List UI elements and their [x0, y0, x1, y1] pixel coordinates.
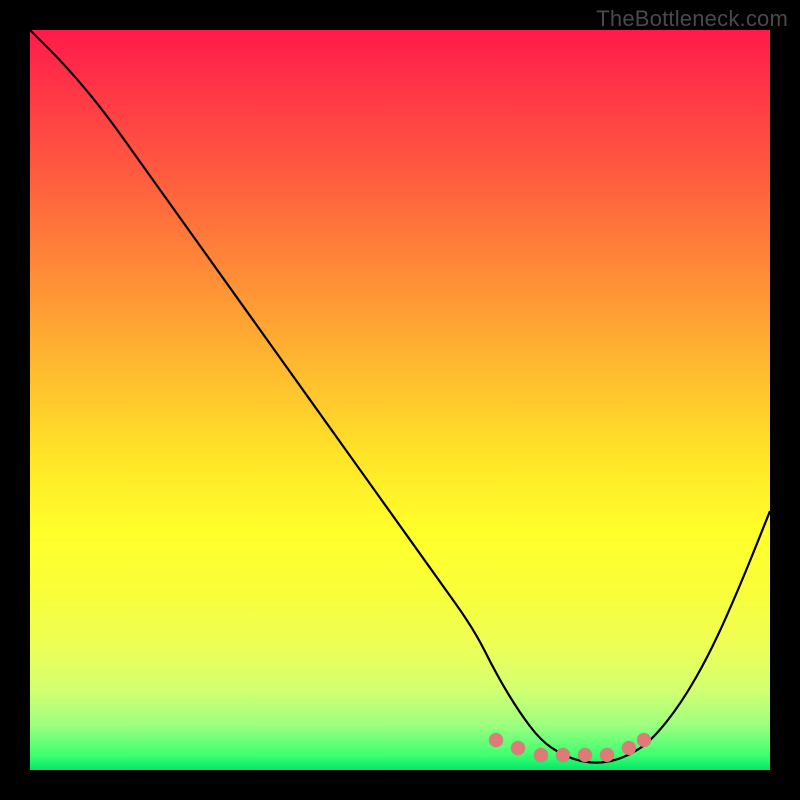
marker-dot: [489, 733, 503, 747]
optimal-range-markers: [30, 30, 770, 770]
marker-dot: [622, 741, 636, 755]
marker-dot: [578, 748, 592, 762]
marker-dot: [637, 733, 651, 747]
plot-area: [30, 30, 770, 770]
marker-dot: [534, 748, 548, 762]
marker-dot: [556, 748, 570, 762]
watermark-text: TheBottleneck.com: [596, 6, 788, 32]
marker-dot: [600, 748, 614, 762]
bottleneck-curve: [30, 30, 770, 770]
marker-dot: [511, 741, 525, 755]
chart-container: TheBottleneck.com: [0, 0, 800, 800]
